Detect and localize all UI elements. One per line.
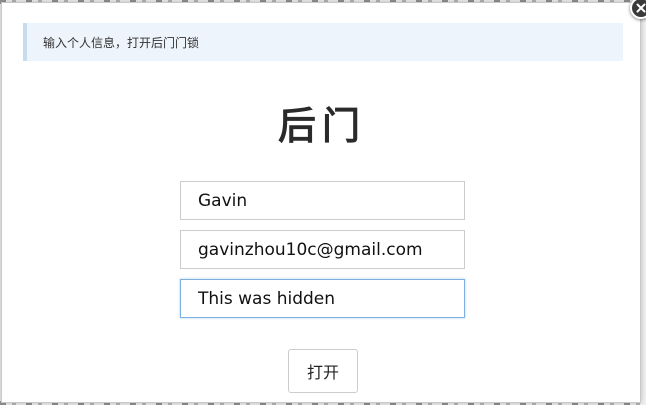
close-button[interactable] — [630, 0, 646, 19]
email-input[interactable] — [180, 230, 465, 269]
backdoor-dialog: 输入个人信息，打开后门门锁 后门 打开 — [1, 0, 646, 403]
info-text: 输入个人信息，打开后门门锁 — [43, 35, 200, 50]
dialog-title: 后门 — [277, 103, 366, 148]
secret-input[interactable] — [180, 279, 465, 318]
close-icon — [636, 3, 646, 13]
open-button[interactable]: 打开 — [288, 349, 358, 393]
name-input[interactable] — [180, 181, 465, 220]
info-bar: 输入个人信息，打开后门门锁 — [23, 23, 623, 61]
